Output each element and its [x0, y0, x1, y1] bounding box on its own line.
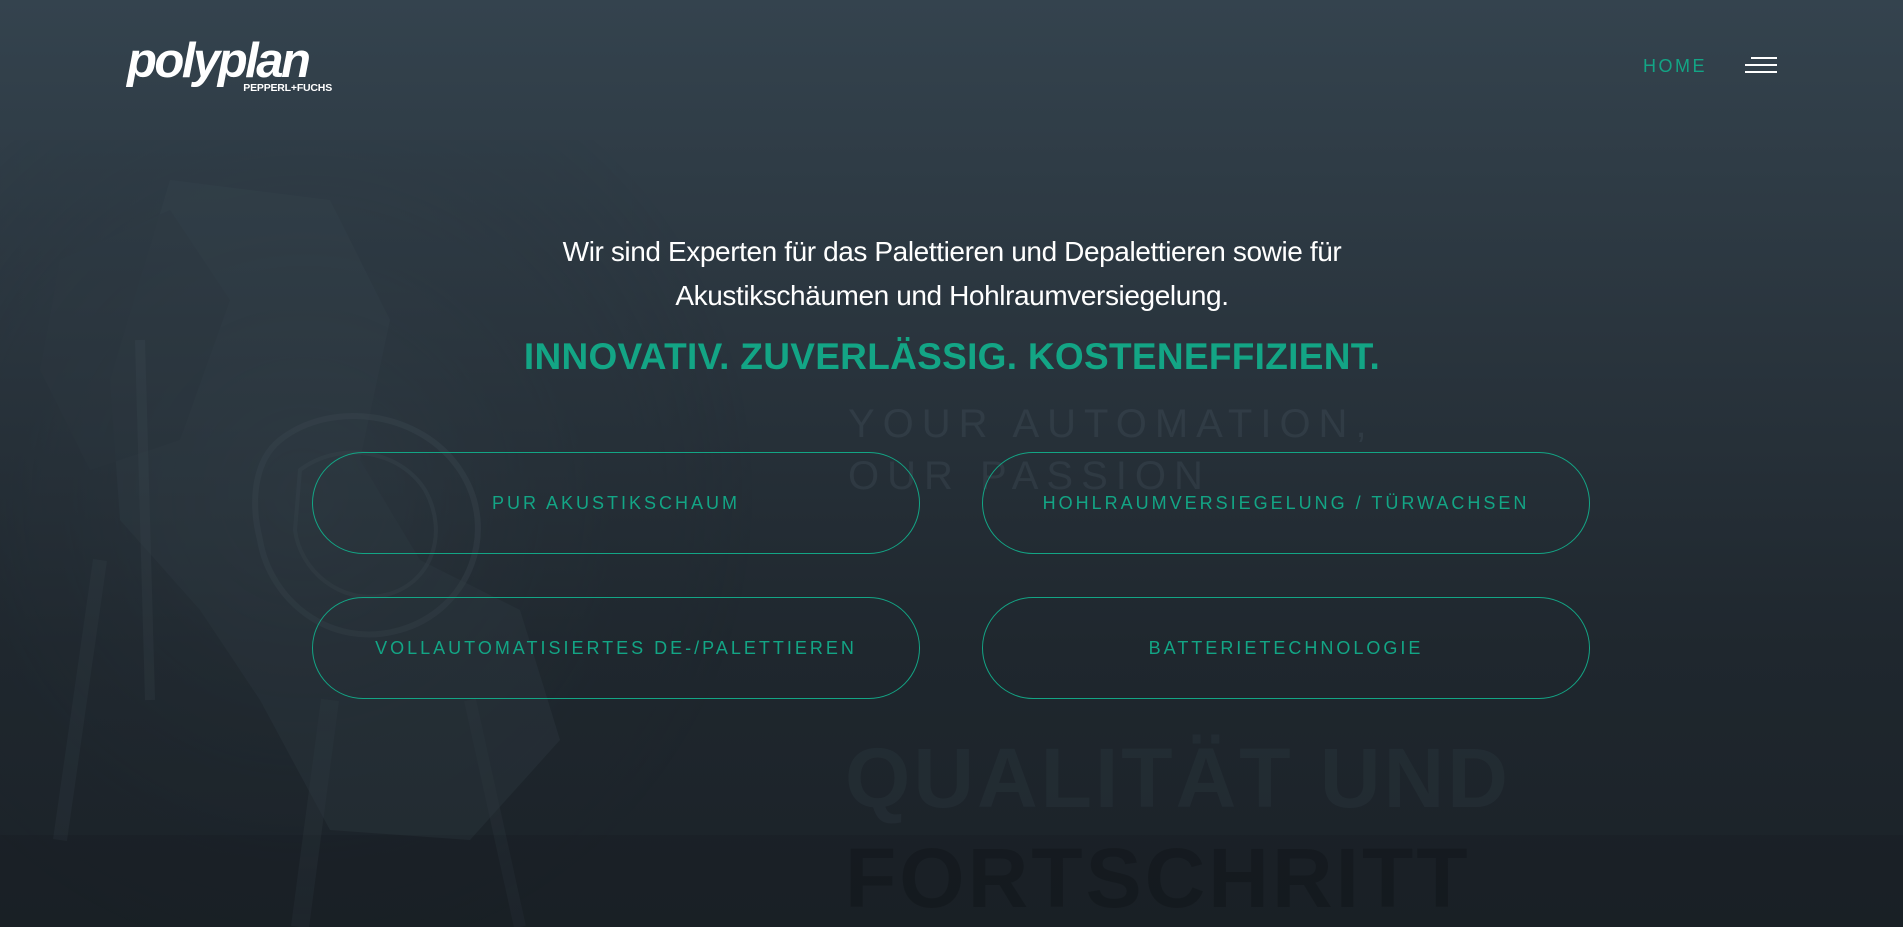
nav-home-link[interactable]: HOME	[1643, 56, 1707, 77]
hero-slogan: INNOVATIV. ZUVERLÄSSIG. KOSTENEFFIZIENT.	[523, 336, 1381, 377]
background-headline-line1: QUALITÄT UND	[845, 731, 1511, 825]
pur-akustikschaum-button[interactable]: PUR AKUSTIKSCHAUM	[312, 452, 920, 554]
palettieren-button[interactable]: VOLLAUTOMATISIERTES DE-/PALETTIEREN	[312, 597, 920, 699]
logo-subtext: PEPPERL+FUCHS	[243, 82, 332, 94]
hero-intro-line2: Akustikschäumen und Hohlraumversiegelung…	[675, 280, 1229, 311]
hero-intro-line1: Wir sind Experten für das Palettieren un…	[562, 236, 1342, 267]
menu-line	[1751, 57, 1777, 59]
background-headline-line2: FORTSCHRITT	[845, 831, 1471, 925]
page: YOUR AUTOMATION, OUR PASSION QUALITÄT UN…	[0, 0, 1903, 927]
hero-intro: Wir sind Experten für das Palettieren un…	[452, 230, 1452, 318]
hamburger-menu-icon[interactable]	[1745, 55, 1777, 77]
batterietechnologie-button[interactable]: BATTERIETECHNOLOGIE	[982, 597, 1590, 699]
hohlraumversiegelung-button[interactable]: HOHLRAUMVERSIEGELUNG / TÜRWACHSEN	[982, 452, 1590, 554]
background-tagline-line1: YOUR AUTOMATION,	[848, 402, 1375, 446]
menu-line	[1745, 64, 1777, 66]
logo-wordmark: polyplan	[127, 34, 311, 88]
menu-line	[1745, 71, 1777, 73]
logo[interactable]: polyplan PEPPERL+FUCHS	[127, 34, 332, 94]
